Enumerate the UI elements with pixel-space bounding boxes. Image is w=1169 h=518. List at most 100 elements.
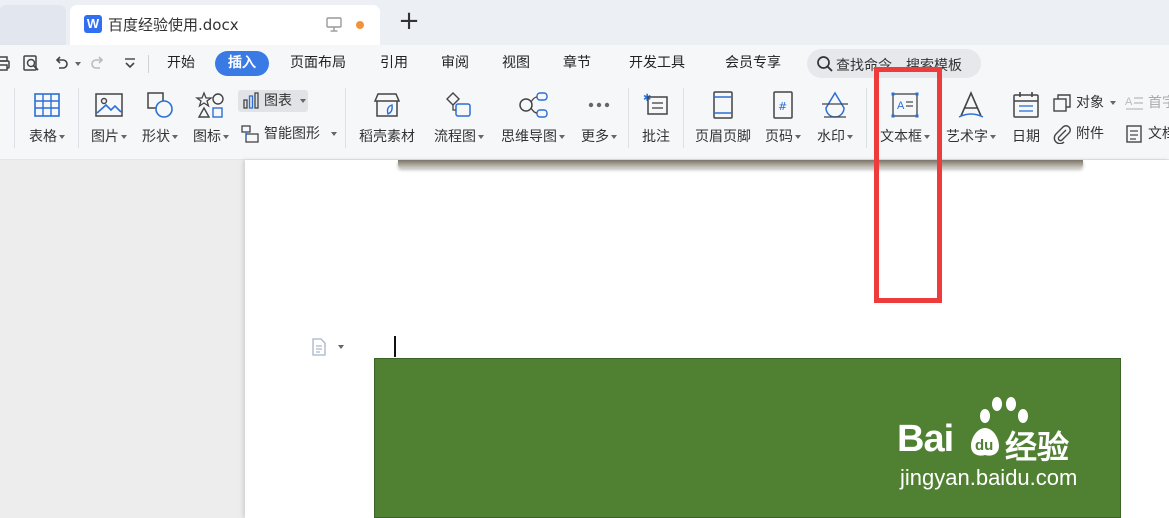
more-button[interactable]: 更多 — [575, 88, 623, 150]
flowchart-button[interactable]: 流程图 — [428, 88, 490, 150]
icon-library-button[interactable]: 图标 — [186, 88, 236, 150]
comment-icon: ✱ — [643, 93, 668, 115]
picture-label: 图片 — [91, 129, 119, 145]
tab-insert[interactable]: 插入 — [215, 51, 269, 76]
baidu-jingyan-watermark: Bai du 经验 jingyan.baidu.com — [895, 392, 1120, 492]
tab-member-exclusive[interactable]: 会员专享 — [718, 51, 788, 76]
print-preview-icon[interactable] — [22, 54, 40, 72]
text-cursor — [394, 336, 396, 357]
paragraph-dropdown-icon[interactable] — [338, 345, 344, 349]
shape-label: 形状 — [142, 129, 170, 145]
page-number-label: 页码 — [765, 129, 793, 145]
smart-art-button[interactable]: 智能图形 — [240, 123, 338, 145]
page-number-icon: # — [773, 91, 793, 119]
highlight-annotation-box — [874, 67, 942, 303]
drop-cap-button[interactable]: A 首字 — [1124, 92, 1169, 114]
chevron-down-icon — [172, 135, 178, 139]
daoke-materials-button[interactable]: 稻壳素材 — [352, 88, 422, 150]
chevron-down-icon — [795, 135, 801, 139]
document-part-icon — [1126, 125, 1142, 143]
chevron-down-icon — [121, 135, 127, 139]
chart-button[interactable]: 图表 — [238, 90, 308, 112]
monitor-icon[interactable] — [326, 15, 342, 33]
tab-home[interactable]: 开始 — [160, 51, 202, 76]
tab-references[interactable]: 引用 — [374, 51, 414, 76]
comment-label: 批注 — [642, 129, 670, 145]
icon-label: 图标 — [193, 129, 221, 145]
title-bar: W 百度经验使用.docx + — [0, 0, 1169, 45]
drop-cap-label: 首字 — [1148, 95, 1169, 111]
tab-page-layout[interactable]: 页面布局 — [284, 51, 352, 76]
word-art-button[interactable]: 艺术字 — [942, 88, 1000, 150]
table-button[interactable]: 表格 — [22, 88, 72, 150]
tab-review[interactable]: 审阅 — [435, 51, 475, 76]
tab-developer-tools[interactable]: 开发工具 — [622, 51, 692, 76]
unsaved-dot-icon — [356, 21, 364, 29]
menu-separator — [148, 55, 149, 73]
smart-art-icon — [241, 125, 259, 143]
chevron-down-icon — [1110, 101, 1116, 105]
paragraph-layout-icon[interactable] — [311, 338, 327, 356]
inserted-image-bottom-edge[interactable] — [398, 160, 1083, 168]
undo-dropdown-icon[interactable] — [75, 62, 81, 66]
shapes-icon — [147, 92, 173, 118]
date-button[interactable]: 日期 — [1004, 88, 1048, 150]
icons-star-icon — [195, 91, 224, 118]
svg-text:✱: ✱ — [643, 93, 651, 104]
word-art-label: 艺术字 — [946, 129, 988, 145]
drop-cap-icon: A — [1125, 96, 1143, 110]
mind-map-label: 思维导图 — [501, 129, 557, 145]
document-left-margin — [0, 160, 245, 518]
object-label: 对象 — [1076, 95, 1104, 111]
daoke-label: 稻壳素材 — [359, 129, 415, 145]
document-part-button[interactable]: 文档 — [1124, 123, 1169, 145]
wps-writer-icon: W — [84, 15, 102, 33]
table-label: 表格 — [29, 129, 57, 145]
shape-button[interactable]: 形状 — [136, 88, 184, 150]
document-tab[interactable]: W 百度经验使用.docx — [70, 5, 380, 45]
ribbon-separator — [78, 88, 79, 148]
date-label: 日期 — [1012, 129, 1040, 145]
new-tab-plus-icon[interactable]: + — [396, 8, 422, 35]
header-footer-button[interactable]: 页眉页脚 — [690, 88, 756, 150]
smart-art-label: 智能图形 — [264, 126, 320, 142]
tab-chapter[interactable]: 章节 — [557, 51, 597, 76]
svg-text:du: du — [975, 437, 993, 454]
svg-text:A: A — [1125, 96, 1133, 108]
ribbon-separator — [628, 88, 629, 148]
paperclip-icon — [1053, 125, 1071, 144]
print-icon[interactable] — [0, 54, 12, 72]
page-number-button[interactable]: # 页码 — [760, 88, 806, 150]
mind-map-button[interactable]: 思维导图 — [494, 88, 572, 150]
baidu-du-paw-icon: du — [971, 428, 999, 456]
flowchart-icon — [446, 92, 471, 117]
table-icon — [34, 93, 60, 117]
picture-button[interactable]: 图片 — [84, 88, 134, 150]
calendar-icon — [1013, 92, 1039, 118]
ribbon-separator — [345, 88, 346, 148]
chevron-down-icon — [847, 135, 853, 139]
watermark-brand-cn: 经验 — [1005, 428, 1070, 466]
object-button[interactable]: 对象 — [1052, 92, 1118, 114]
watermark-label: 水印 — [817, 129, 845, 145]
comment-button[interactable]: ✱ 批注 — [634, 88, 678, 150]
word-art-icon — [958, 90, 984, 118]
undo-icon[interactable] — [52, 54, 70, 72]
store-icon — [373, 93, 401, 117]
more-label: 更多 — [581, 129, 609, 145]
menu-bar: 开始 插入 页面布局 引用 审阅 视图 章节 开发工具 会员专享 查找命令、搜索… — [0, 45, 1169, 82]
attachment-button[interactable]: 附件 — [1052, 123, 1112, 145]
picture-icon — [95, 93, 123, 117]
chevron-down-icon — [300, 99, 306, 103]
watermark-icon — [822, 91, 848, 118]
search-icon — [817, 56, 833, 72]
chevron-down-icon — [559, 135, 565, 139]
previous-tab[interactable] — [0, 5, 66, 45]
attachment-label: 附件 — [1076, 126, 1104, 142]
chevron-down-icon — [611, 135, 617, 139]
watermark-button[interactable]: 水印 — [810, 88, 860, 150]
redo-icon[interactable] — [89, 54, 107, 72]
tab-view[interactable]: 视图 — [496, 51, 536, 76]
customize-toolbar-chevron-icon[interactable] — [121, 54, 139, 72]
more-dots-icon — [588, 102, 610, 108]
